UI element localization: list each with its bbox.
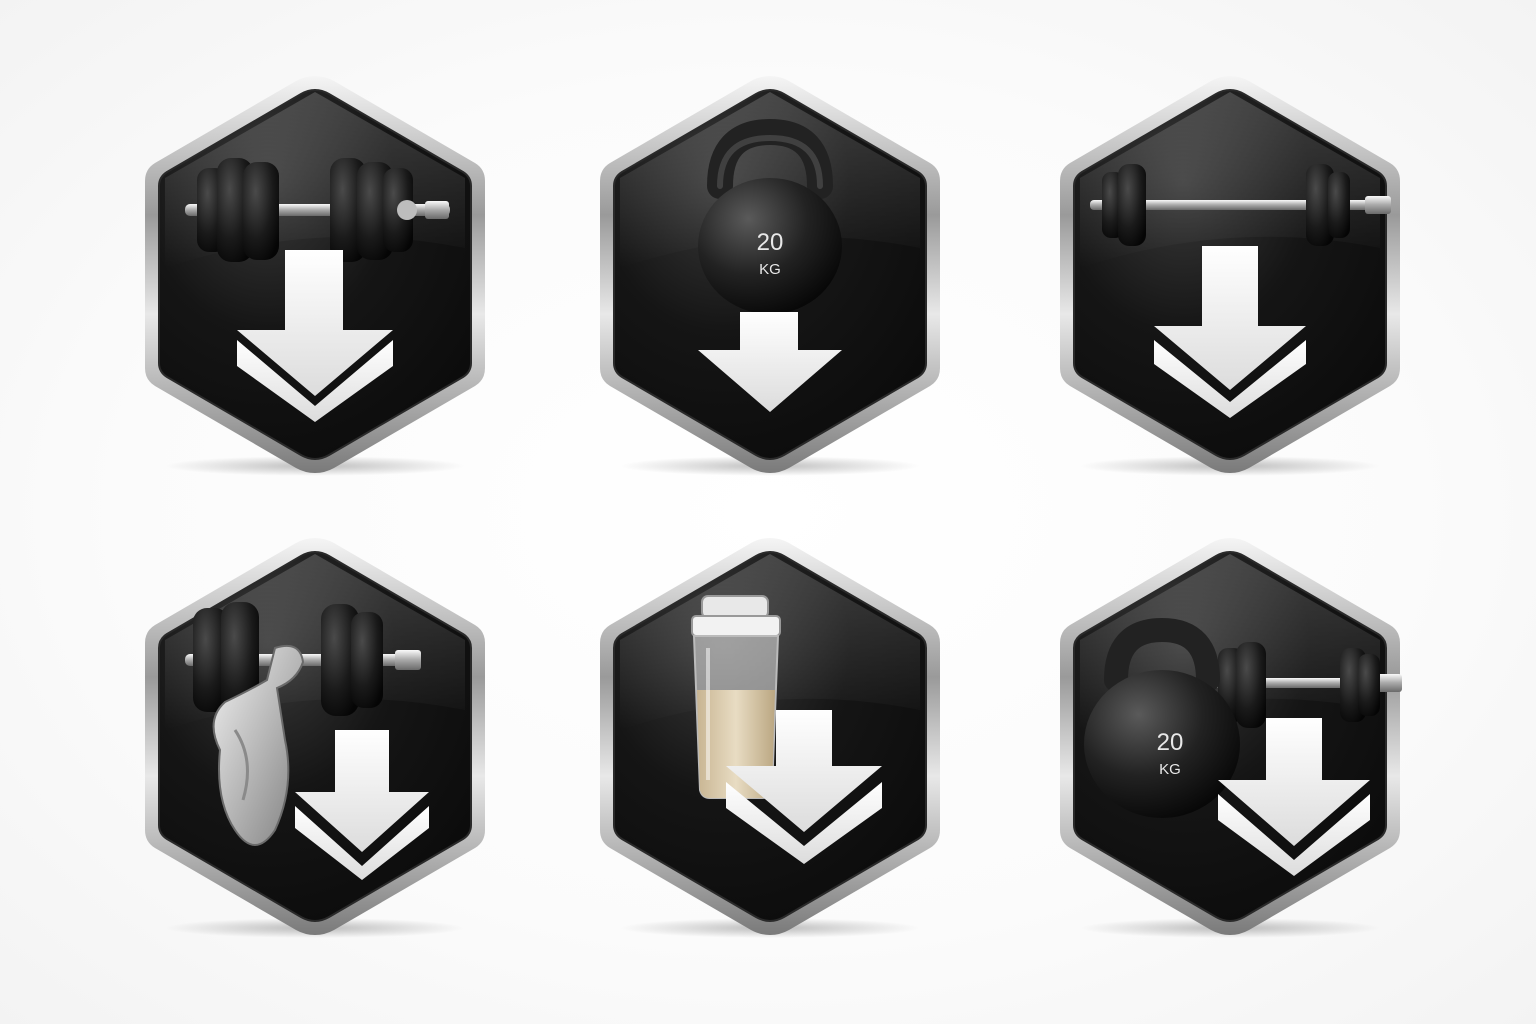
dumbbell-download-icon[interactable]: [125, 68, 505, 488]
unit-label: KG: [1159, 761, 1181, 778]
protein-shaker-download-icon[interactable]: [580, 530, 960, 950]
icon-grid: 20 KG 20 KG: [0, 0, 1536, 1024]
kettlebell-download-icon[interactable]: 20 KG: [580, 68, 960, 488]
weight-label: 20: [1157, 729, 1184, 756]
kettlebell-barbell-download-icon[interactable]: 20 KG: [1040, 530, 1420, 950]
barbell-download-icon[interactable]: [1040, 68, 1420, 488]
unit-label: KG: [759, 261, 781, 278]
weight-label: 20: [757, 229, 784, 256]
flexed-arm-dumbbell-download-icon[interactable]: [125, 530, 505, 950]
